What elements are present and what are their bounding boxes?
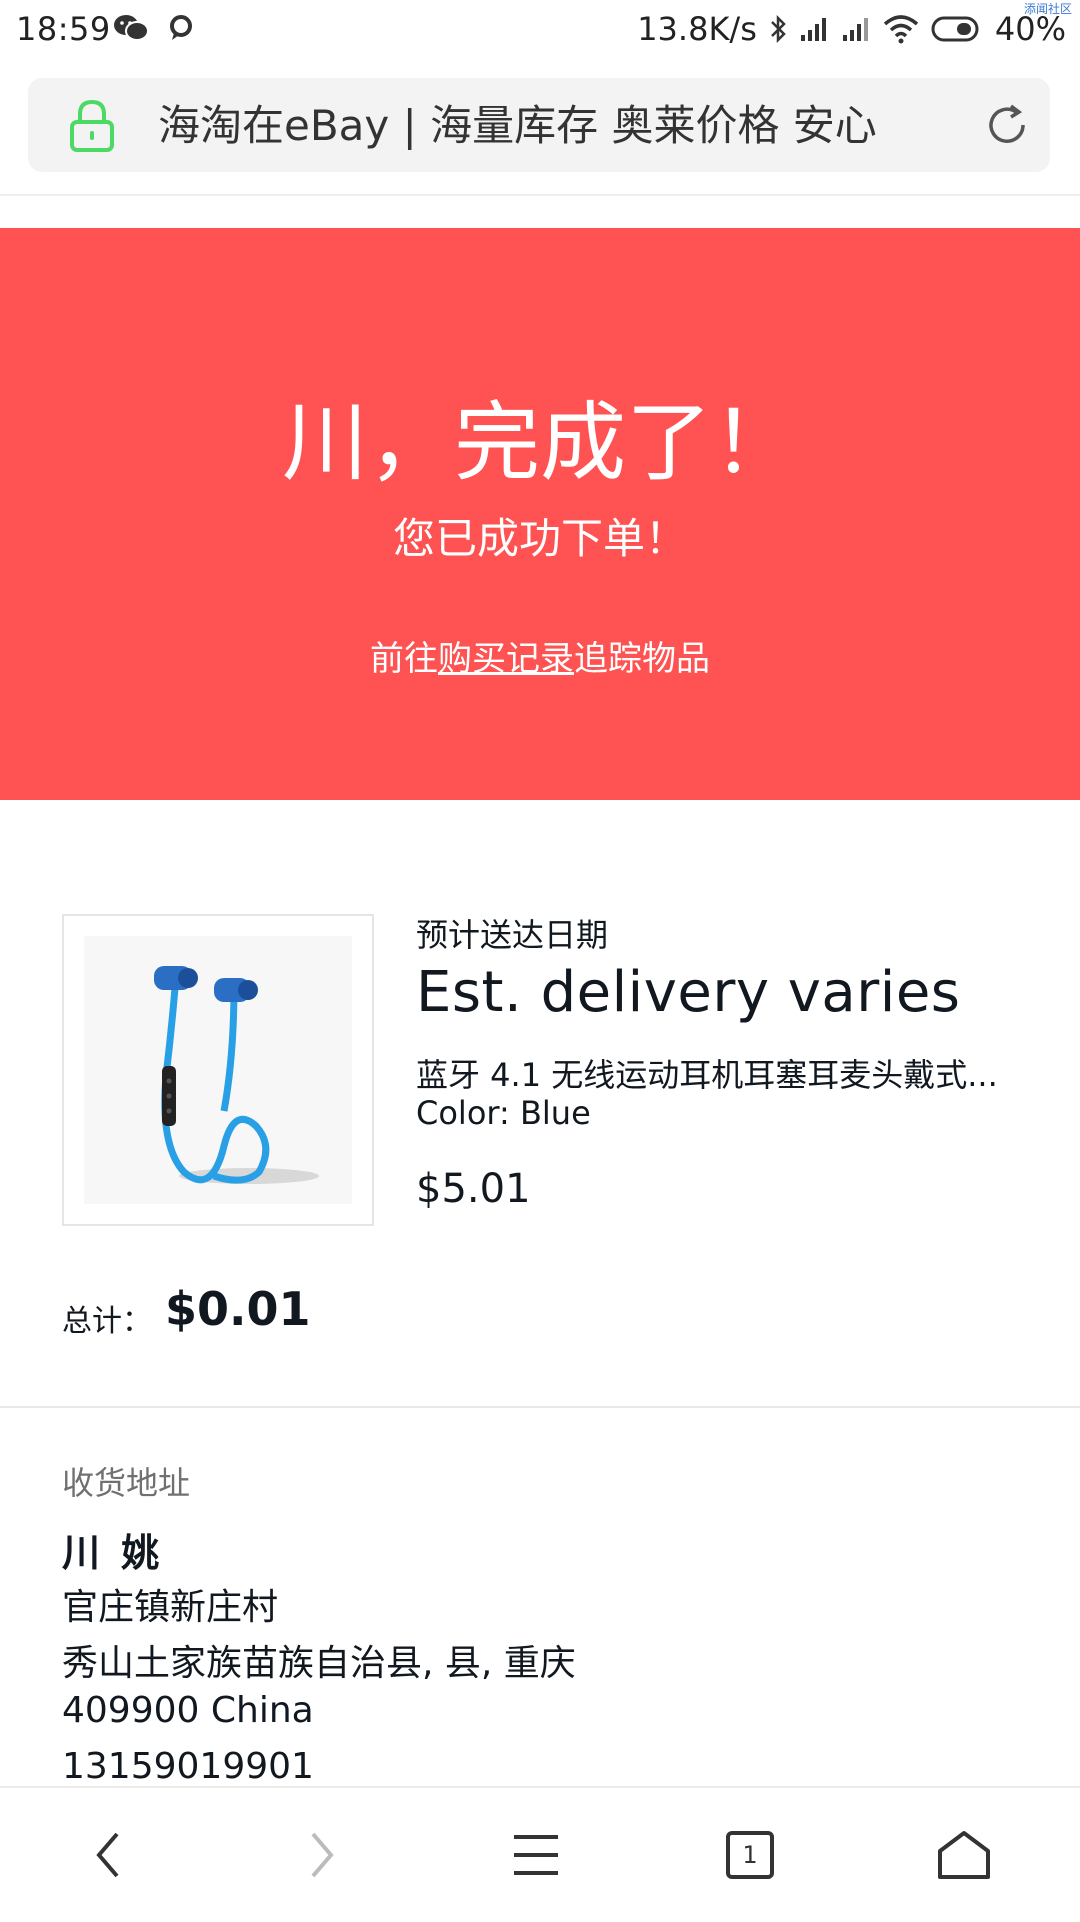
back-button[interactable]	[48, 1788, 168, 1922]
item-title[interactable]: 蓝牙 4.1 无线运动耳机耳塞耳麦头戴式...	[416, 1050, 1016, 1096]
recipient-name: 川 姚	[62, 1531, 164, 1575]
link-suffix: 追踪物品	[574, 639, 710, 679]
total-value: $0.01	[165, 1282, 311, 1336]
forward-arrow-icon	[311, 1832, 334, 1878]
notification-icons	[112, 12, 194, 44]
status-right: 13.8K/s 40%	[637, 10, 1066, 48]
menu-icon	[514, 1835, 558, 1875]
wifi-icon	[883, 15, 919, 44]
est-delivery-value: Est. delivery varies	[416, 960, 961, 1025]
back-arrow-icon	[96, 1832, 119, 1878]
purchase-history-line: 前往购买记录追踪物品	[0, 636, 1080, 682]
phone-number: 13159019901	[62, 1746, 314, 1787]
status-time: 18:59	[16, 10, 111, 48]
forward-button[interactable]	[262, 1788, 382, 1922]
success-banner: 川，完成了！ 您已成功下单！ 前往购买记录追踪物品	[0, 228, 1080, 800]
browser-toolbar: 海淘在eBay | 海量库存 奥莱价格 安心	[0, 60, 1080, 196]
banner-subtitle: 您已成功下单！	[392, 514, 687, 563]
status-bar: 18:59 13.8K/s 40% 添闻社区	[0, 0, 1080, 60]
address-line-2: 秀山土家族苗族自治县, 县, 重庆	[62, 1643, 576, 1684]
signal-icon-2	[842, 18, 868, 41]
item-color: Color: Blue	[416, 1094, 591, 1132]
address-bar[interactable]: 海淘在eBay | 海量库存 奥莱价格 安心	[28, 78, 1050, 172]
banner-title: 川，完成了！	[282, 393, 798, 493]
refresh-icon[interactable]	[982, 100, 1032, 150]
shipping-address-label: 收货地址	[62, 1464, 191, 1502]
wechat-icon	[114, 15, 149, 41]
total-label: 总计：	[62, 1304, 152, 1339]
page-title-url[interactable]: 海淘在eBay | 海量库存 奥莱价格 安心	[158, 98, 918, 154]
address-line-1: 官庄镇新庄村	[62, 1587, 279, 1628]
tab-count: 1	[726, 1831, 774, 1879]
earphones-image	[154, 966, 319, 1184]
browser-bottom-nav: 1	[0, 1786, 1080, 1922]
item-image[interactable]	[62, 914, 374, 1226]
lock-icon	[70, 99, 114, 152]
item-image-frame	[84, 936, 352, 1204]
bluetooth-icon	[770, 14, 786, 44]
link-prefix: 前往	[370, 639, 438, 679]
network-speed: 13.8K/s	[637, 10, 757, 48]
address-line-3: 409900 China	[62, 1690, 314, 1731]
purchase-history-link[interactable]: 购买记录	[438, 639, 574, 679]
message-bubble-icon	[170, 15, 192, 40]
signal-icon	[800, 18, 826, 41]
home-button[interactable]	[904, 1788, 1024, 1922]
battery-icon	[931, 16, 979, 42]
menu-button[interactable]	[476, 1788, 596, 1922]
section-divider	[0, 1406, 1080, 1408]
tabs-button[interactable]: 1	[690, 1788, 810, 1922]
home-icon	[938, 1831, 990, 1879]
watermark-text: 添闻社区	[1023, 2, 1072, 16]
est-delivery-label: 预计送达日期	[416, 916, 609, 954]
item-price: $5.01	[416, 1166, 531, 1212]
